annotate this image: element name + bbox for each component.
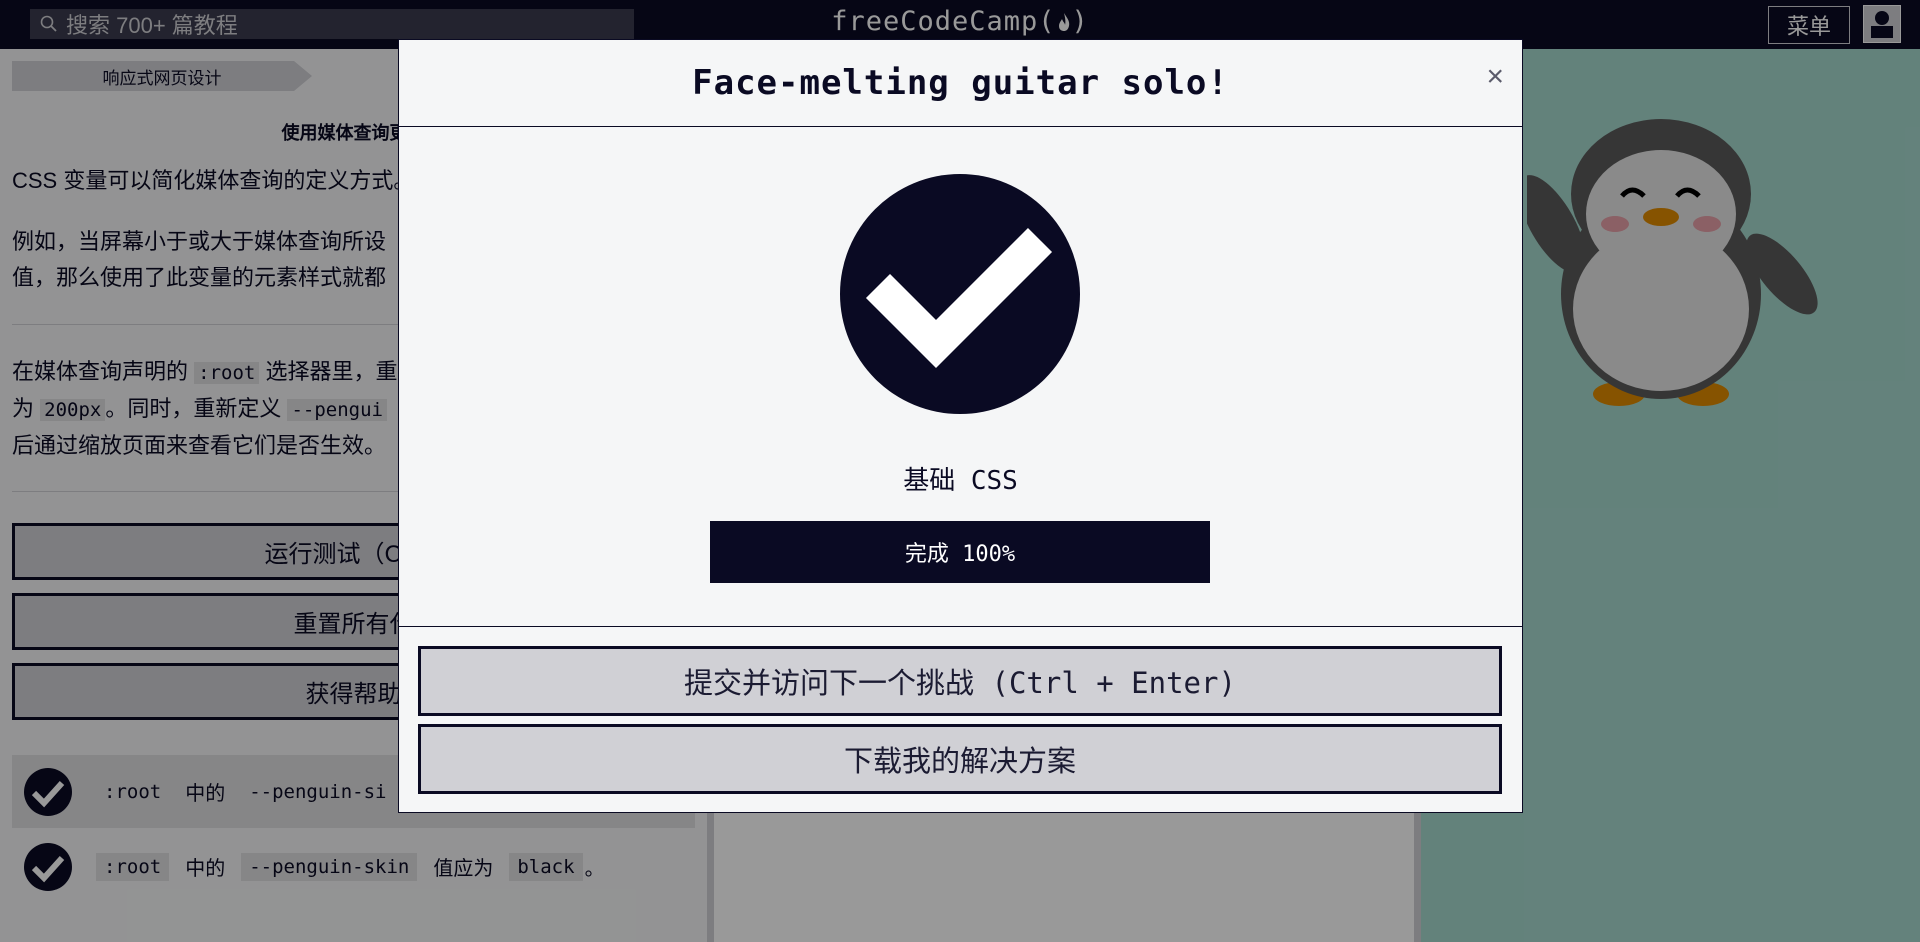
progress-label: 完成 100% bbox=[904, 542, 1016, 567]
modal-title: Face-melting guitar solo! bbox=[692, 63, 1229, 103]
download-solution-button[interactable]: 下载我的解决方案 bbox=[418, 724, 1502, 794]
progress-bar: 完成 100% bbox=[710, 521, 1210, 583]
certification-name: 基础 CSS bbox=[903, 466, 1018, 496]
modal-header: Face-melting guitar solo! bbox=[399, 40, 1522, 127]
close-icon[interactable]: × bbox=[1486, 60, 1504, 94]
success-check-icon bbox=[840, 174, 1080, 414]
submit-next-challenge-button[interactable]: 提交并访问下一个挑战 (Ctrl + Enter) bbox=[418, 646, 1502, 716]
divider bbox=[399, 626, 1522, 627]
completion-modal: Face-melting guitar solo! × 基础 CSS 完成 10… bbox=[398, 39, 1523, 813]
